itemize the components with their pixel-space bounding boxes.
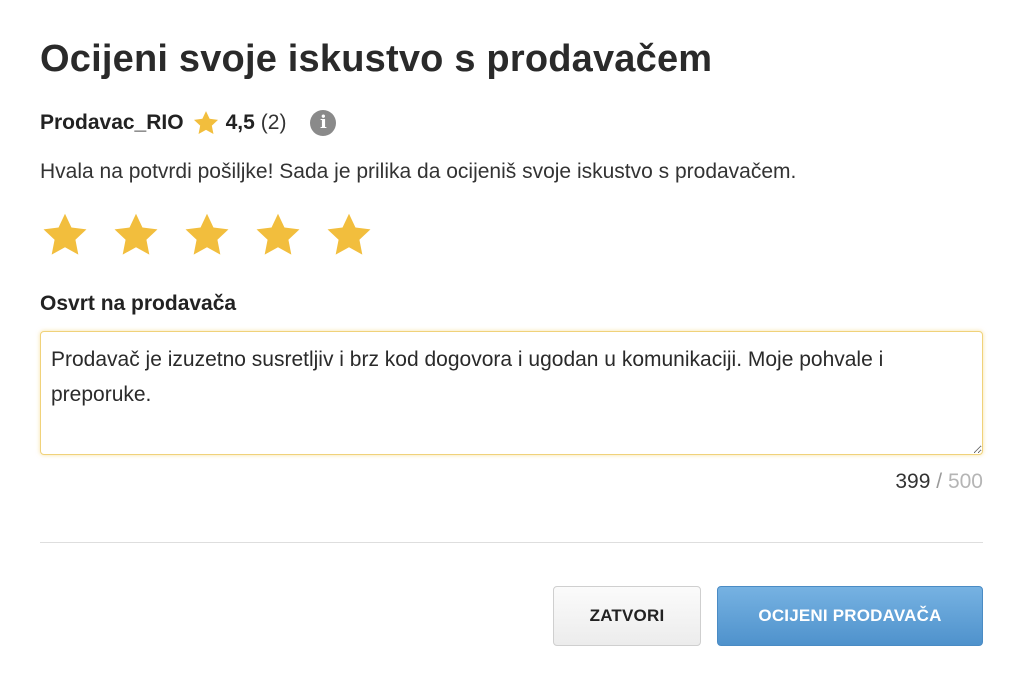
seller-review-count: (2)	[260, 111, 287, 134]
counter-max: 500	[947, 470, 983, 493]
review-textarea[interactable]	[40, 331, 983, 455]
rate-seller-button[interactable]: OCIJENI PRODAVAČA	[717, 586, 983, 646]
star-icon	[114, 213, 158, 255]
star-icon	[185, 213, 229, 255]
close-button[interactable]: ZATVORI	[553, 586, 701, 646]
rating-star-4[interactable]	[253, 210, 303, 260]
star-rating-input	[40, 210, 374, 260]
star-icon	[192, 109, 220, 137]
seller-name: Prodavac_RIO	[40, 111, 184, 134]
star-icon	[256, 213, 300, 255]
review-label: Osvrt na prodavača	[40, 292, 237, 315]
rating-star-5[interactable]	[324, 210, 374, 260]
seller-rating: 4,5	[225, 111, 255, 134]
info-icon[interactable]: i	[310, 110, 337, 136]
thanks-message: Hvala na potvrdi pošiljke! Sada je prili…	[40, 160, 797, 183]
rating-star-1[interactable]	[40, 210, 90, 260]
rate-seller-dialog: Ocijeni svoje iskustvo s prodavačem Prod…	[0, 0, 1024, 683]
counter-current: 399	[895, 470, 931, 493]
star-icon	[327, 213, 371, 255]
seller-summary: Prodavac_RIO 4,5 (2) i	[40, 106, 337, 140]
character-counter: 399 / 500	[895, 470, 983, 494]
dialog-title: Ocijeni svoje iskustvo s prodavačem	[40, 38, 713, 80]
divider	[40, 542, 983, 543]
rating-star-2[interactable]	[111, 210, 161, 260]
rating-star-3[interactable]	[182, 210, 232, 260]
star-icon	[43, 213, 87, 255]
counter-separator: /	[936, 470, 943, 493]
